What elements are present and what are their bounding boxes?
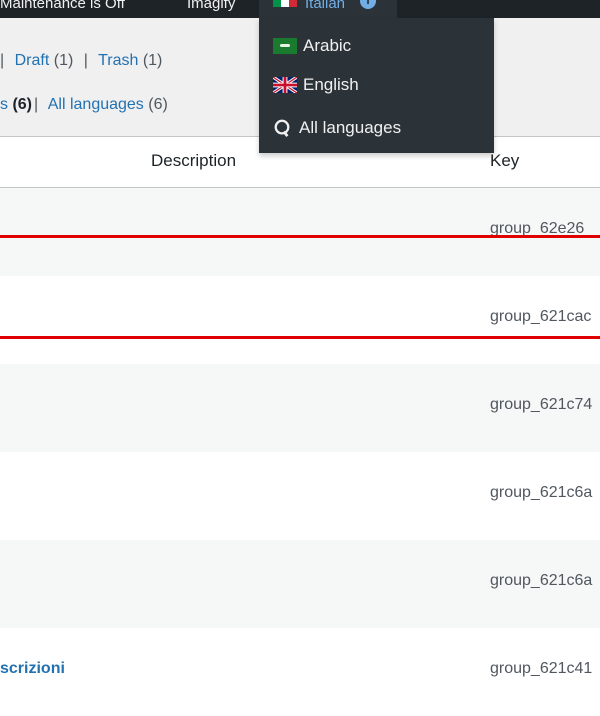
current-language-label: Italian bbox=[305, 0, 346, 12]
column-header-description[interactable]: Description bbox=[151, 151, 236, 171]
language-option-label: All languages bbox=[299, 118, 402, 137]
admin-bar: Maintenance is Off Imagify Italian i bbox=[0, 0, 600, 18]
column-header-key[interactable]: Key bbox=[490, 151, 519, 171]
row-key: group_621cac bbox=[490, 308, 592, 325]
flag-italy-icon bbox=[273, 0, 297, 7]
status-filter-links: | Draft (1) | Trash (1) bbox=[0, 52, 163, 69]
language-dropdown-menu: Arabic English All languages bbox=[259, 18, 494, 153]
trash-count: (1) bbox=[142, 52, 163, 69]
table-row: group_621c6a bbox=[0, 540, 600, 628]
language-filter-links: s (6) | All languages (6) bbox=[0, 96, 168, 113]
highlight-line-top bbox=[0, 235, 600, 238]
filter-trash-link[interactable]: Trash bbox=[98, 52, 138, 69]
highlight-line-bottom bbox=[0, 336, 600, 339]
imagify-menu-link[interactable]: Imagify bbox=[187, 0, 235, 15]
language-option-label: English bbox=[303, 75, 359, 94]
row-title-link[interactable]: scrizioni bbox=[0, 660, 65, 678]
row-key: group_621c41 bbox=[490, 660, 593, 677]
draft-count: (1) bbox=[53, 52, 74, 69]
flag-saudi-arabia-icon bbox=[273, 38, 297, 54]
language-count: (6) bbox=[12, 96, 33, 113]
flag-uk-icon bbox=[273, 77, 297, 93]
info-icon: i bbox=[360, 0, 376, 9]
language-option-label: Arabic bbox=[303, 36, 352, 55]
all-languages-count: (6) bbox=[148, 96, 168, 113]
filter-language-link[interactable]: s bbox=[0, 96, 8, 113]
table-row: group_62e26 bbox=[0, 188, 600, 276]
globe-icon bbox=[274, 119, 290, 137]
table-row: group_621cac bbox=[0, 276, 600, 364]
field-groups-table: Description Key group_62e26 group_621cac… bbox=[0, 136, 600, 716]
row-key: group_621c6a bbox=[490, 484, 593, 501]
row-key: group_621c74 bbox=[490, 396, 593, 413]
language-option-arabic[interactable]: Arabic bbox=[273, 36, 351, 56]
filter-draft-link[interactable]: Draft bbox=[15, 52, 50, 69]
language-switcher[interactable]: Italian i bbox=[259, 0, 397, 18]
maintenance-status-link[interactable]: Maintenance is Off bbox=[0, 0, 125, 15]
table-row: group_621c74 bbox=[0, 364, 600, 452]
filter-all-languages-link[interactable]: All languages bbox=[48, 96, 144, 113]
language-option-english[interactable]: English bbox=[273, 75, 359, 95]
language-option-all[interactable]: All languages bbox=[273, 118, 401, 138]
row-key: group_621c6a bbox=[490, 572, 593, 589]
table-row: scrizioni group_621c41 bbox=[0, 628, 600, 716]
table-row: group_621c6a bbox=[0, 452, 600, 540]
